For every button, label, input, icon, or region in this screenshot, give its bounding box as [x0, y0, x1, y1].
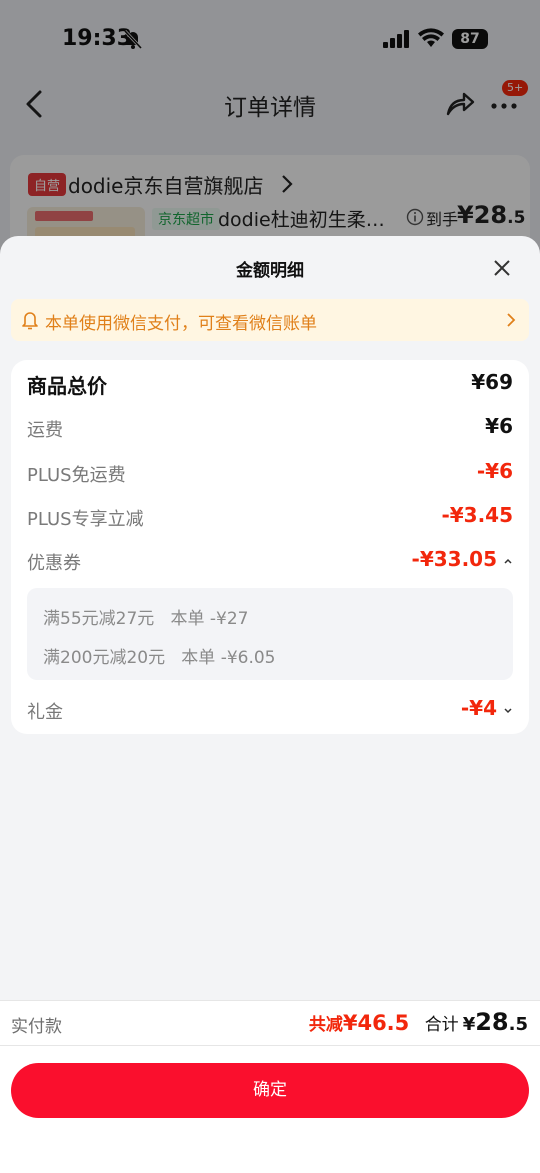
sum-integer: 28	[475, 1008, 509, 1036]
sum-currency: ¥	[462, 1014, 476, 1035]
divider	[0, 1045, 540, 1046]
amount-detail-card: 商品总价 ¥69 运费 ¥6 PLUS免运费 -¥6 PLUS专享立减 -¥3.…	[11, 360, 529, 734]
coupon-item: 满55元减27元 本单 -¥27	[43, 609, 249, 629]
shipping-row: 运费 ¥6	[11, 408, 529, 448]
modal-backdrop[interactable]	[0, 0, 540, 260]
total-discount-label: 共减	[308, 1015, 343, 1035]
divider	[0, 1000, 540, 1001]
plus-discount-row: PLUS专享立减 -¥3.45	[11, 497, 529, 537]
confirm-button[interactable]: 确定	[11, 1063, 529, 1118]
gift-row[interactable]: 礼金 -¥4	[11, 690, 529, 730]
shipping-label: 运费	[27, 420, 63, 441]
gift-value: -¥4	[460, 696, 497, 720]
total-discount-value: ¥46.5	[342, 1011, 410, 1035]
wechat-bill-banner[interactable]: 本单使用微信支付，可查看微信账单	[11, 299, 529, 341]
chevron-up-icon[interactable]	[503, 556, 513, 566]
sheet-title: 金额明细	[236, 261, 304, 281]
chevron-right-icon	[507, 313, 516, 327]
actual-payment-label: 实付款	[11, 1017, 62, 1037]
plus-free-shipping-row: PLUS免运费 -¥6	[11, 453, 529, 493]
coupon-row[interactable]: 优惠券 -¥33.05	[11, 541, 529, 581]
close-icon[interactable]	[492, 258, 512, 278]
total-label: 商品总价	[27, 374, 107, 398]
gift-label: 礼金	[27, 702, 63, 723]
coupon-item: 满200元减20元 本单 -¥6.05	[43, 648, 276, 668]
coupon-value: -¥33.05	[411, 547, 497, 571]
banner-text: 本单使用微信支付，可查看微信账单	[45, 314, 317, 334]
plus-free-shipping-label: PLUS免运费	[27, 465, 126, 486]
coupon-label: 优惠券	[27, 553, 81, 574]
bell-icon	[22, 312, 38, 330]
amount-detail-sheet: 金额明细 本单使用微信支付，可查看微信账单 商品总价 ¥69 运费 ¥6 PLU…	[0, 236, 540, 1173]
plus-discount-label: PLUS专享立减	[27, 509, 144, 530]
total-row: 商品总价 ¥69	[11, 364, 529, 404]
total-value: ¥69	[471, 370, 513, 394]
coupon-detail-box: 满55元减27元 本单 -¥27 满200元减20元 本单 -¥6.05	[27, 588, 513, 680]
sum-decimal: .5	[508, 1014, 528, 1035]
sheet-footer: 实付款 共减¥46.5 合计 ¥28.5 确定	[0, 1000, 540, 1173]
chevron-down-icon[interactable]	[503, 705, 513, 715]
plus-discount-value: -¥3.45	[441, 503, 513, 527]
plus-free-shipping-value: -¥6	[476, 459, 513, 483]
sum-label: 合计	[424, 1015, 459, 1035]
shipping-value: ¥6	[485, 414, 513, 438]
payment-summary: 共减¥46.5 合计 ¥28.5	[309, 1008, 528, 1036]
